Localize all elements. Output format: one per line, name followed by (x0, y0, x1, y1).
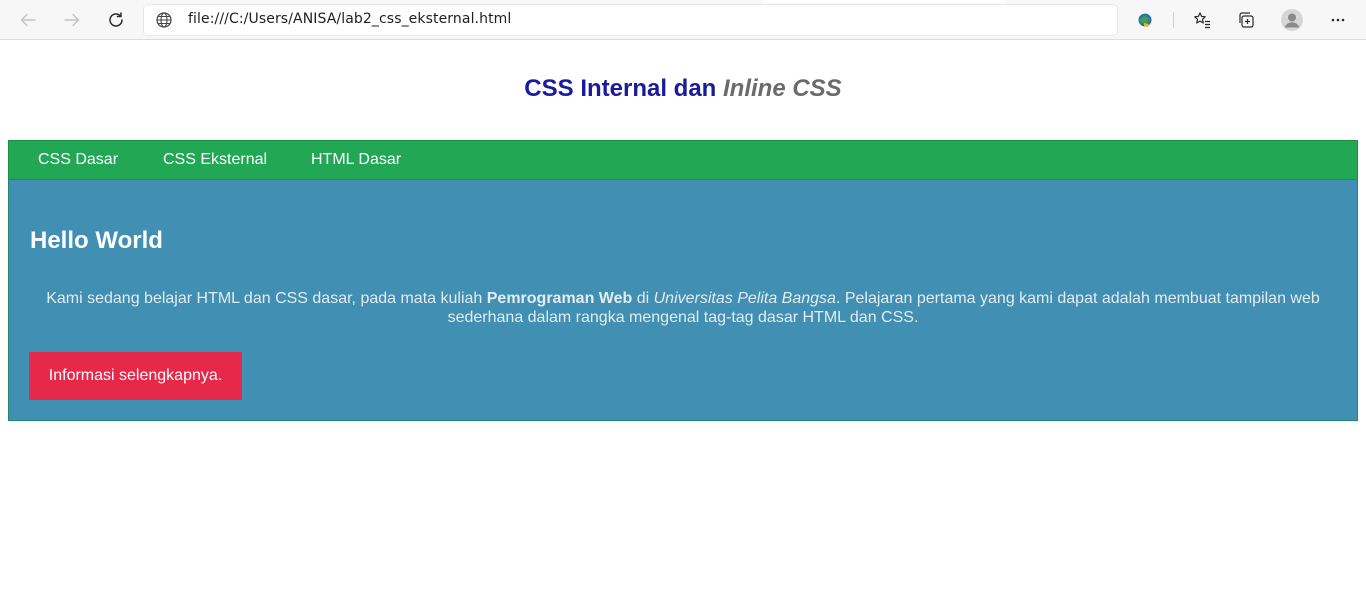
reload-icon[interactable] (102, 6, 130, 34)
nav-link-html-dasar[interactable]: HTML Dasar (311, 141, 401, 179)
section-heading: Hello World (30, 227, 163, 254)
page-title-emphasis: Inline CSS (723, 75, 842, 102)
toolbar-divider (1173, 12, 1174, 28)
nav-link-css-dasar[interactable]: CSS Dasar (38, 141, 118, 179)
extension-icon[interactable] (1131, 6, 1159, 34)
paragraph-bold-course: Pemrograman Web (486, 290, 633, 307)
hero-section: Hello World Kami sedang belajar HTML dan… (8, 179, 1358, 421)
more-options-icon[interactable] (1324, 6, 1352, 34)
more-info-button[interactable]: Informasi selengkapnya. (29, 352, 242, 400)
active-tab-edge (762, 0, 1006, 3)
nav-link-css-eksternal[interactable]: CSS Eksternal (163, 141, 267, 179)
browser-toolbar: file:///C:/Users/ANISA/lab2_css_eksterna… (0, 0, 1366, 40)
intro-paragraph: Kami sedang belajar HTML dan CSS dasar, … (30, 289, 1336, 327)
address-url: file:///C:/Users/ANISA/lab2_css_eksterna… (188, 11, 512, 27)
top-navbar: CSS Dasar CSS Eksternal HTML Dasar (8, 140, 1358, 180)
paragraph-text-1: Kami sedang belajar HTML dan CSS dasar, … (46, 290, 487, 307)
collections-icon[interactable] (1232, 6, 1260, 34)
paragraph-text-2: di (632, 290, 654, 307)
page-title: CSS Internal dan Inline CSS (0, 73, 1366, 105)
favorites-icon[interactable] (1188, 6, 1216, 34)
back-arrow-icon[interactable] (14, 6, 42, 34)
page-title-main: CSS Internal dan (524, 75, 723, 102)
forward-arrow-icon[interactable] (58, 6, 86, 34)
paragraph-italic-university: Universitas Pelita Bangsa (653, 290, 836, 307)
address-bar[interactable]: file:///C:/Users/ANISA/lab2_css_eksterna… (144, 5, 1117, 35)
globe-icon (156, 12, 172, 33)
profile-avatar-icon[interactable] (1278, 6, 1306, 34)
